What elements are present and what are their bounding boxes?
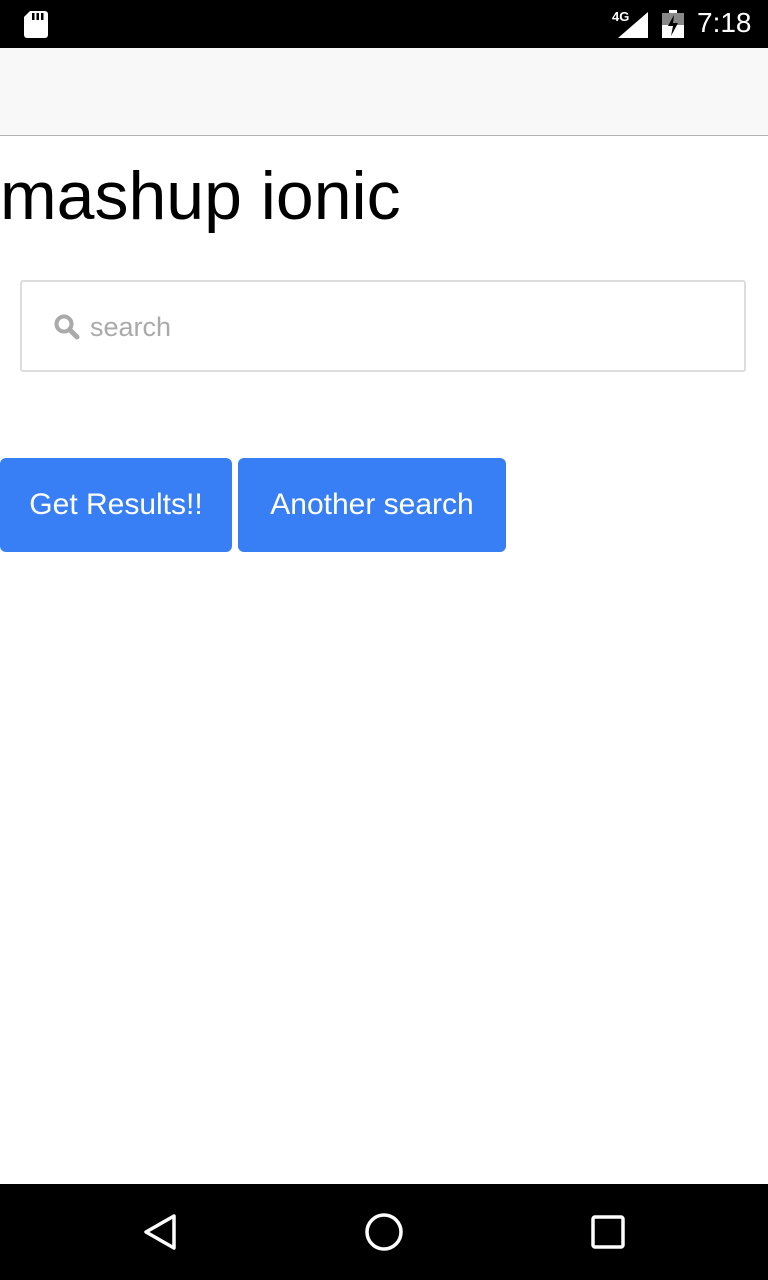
battery-icon (662, 10, 684, 38)
back-icon[interactable] (140, 1212, 180, 1252)
signal-icon (618, 12, 648, 38)
status-bar: 4G 7:18 (0, 0, 768, 48)
search-box[interactable] (20, 280, 746, 372)
status-clock: 7:18 (697, 7, 752, 38)
sd-card-icon (24, 11, 48, 38)
search-input[interactable] (90, 304, 710, 350)
another-search-button[interactable]: Another search (238, 458, 506, 552)
get-results-button[interactable]: Get Results!! (0, 458, 232, 552)
app-screen: 4G 7:18 mashup ionic Get Results!! Anoth… (0, 0, 768, 1280)
recents-icon[interactable] (588, 1212, 628, 1252)
page-title: mashup ionic (0, 158, 401, 234)
home-icon[interactable] (362, 1210, 406, 1254)
header-bar (0, 48, 768, 136)
system-nav-bar (0, 1184, 768, 1280)
search-icon (54, 314, 80, 340)
